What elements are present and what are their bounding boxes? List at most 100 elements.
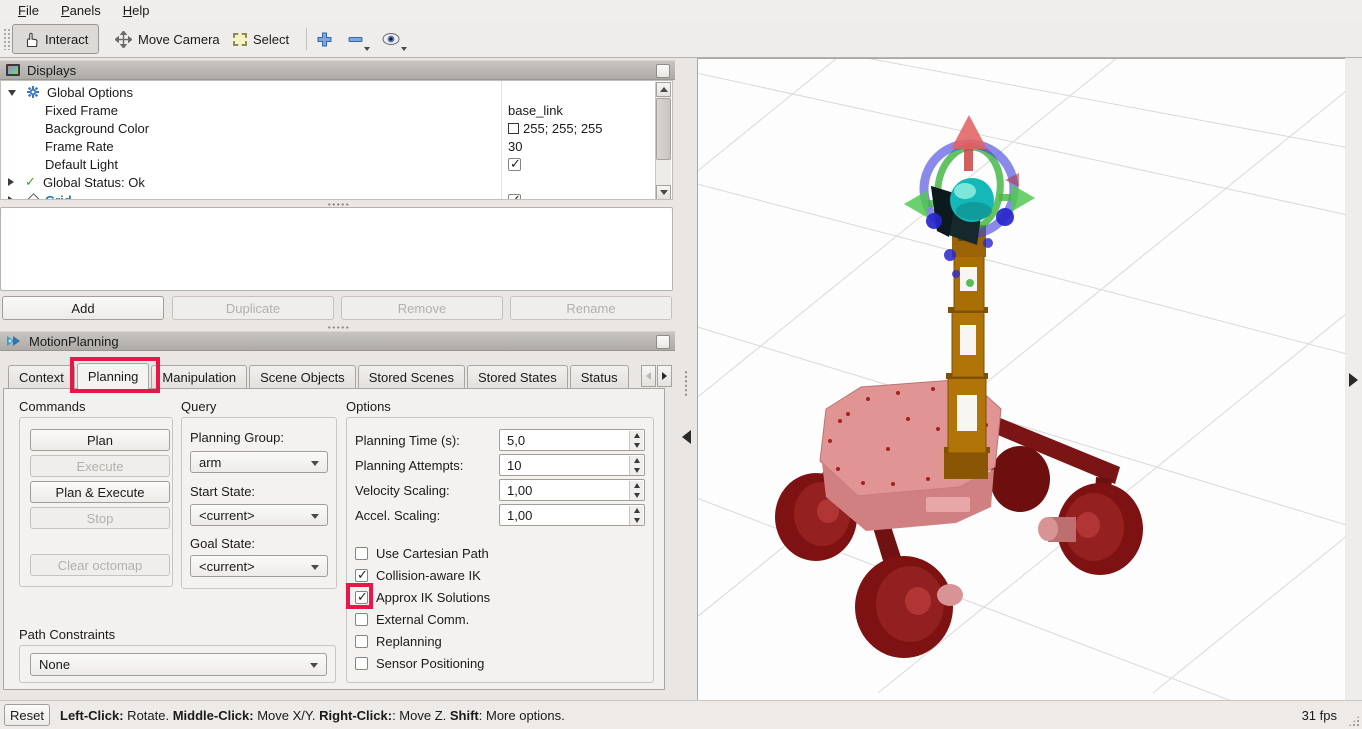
goal-state-combo[interactable]: <current>: [190, 555, 328, 577]
motionplanning-panel-header: MotionPlanning: [0, 331, 675, 351]
displays-panel-dock-button[interactable]: [656, 64, 670, 78]
fixed-frame-value[interactable]: base_link: [508, 103, 563, 118]
monitor-icon: [6, 64, 20, 76]
collapse-left-icon[interactable]: [682, 430, 691, 444]
scroll-up-button[interactable]: [656, 82, 671, 97]
menu-help[interactable]: Help: [113, 2, 160, 19]
hand-icon: [23, 31, 39, 48]
tab-stored-states[interactable]: Stored States: [467, 365, 568, 389]
move-camera-tool-button[interactable]: Move Camera: [104, 24, 231, 54]
spinner-arrows[interactable]: [629, 481, 643, 500]
tree-label: Fixed Frame: [45, 103, 118, 118]
select-box-icon: [233, 33, 247, 46]
expand-right-icon[interactable]: [1349, 373, 1358, 387]
plan-button[interactable]: Plan: [30, 429, 170, 451]
expander-icon[interactable]: [8, 178, 14, 186]
panel-viewport-splitter[interactable]: [675, 58, 697, 700]
approx-ik-solutions-row: Approx IK Solutions: [355, 590, 490, 605]
displays-tree[interactable]: Global Options Fixed Frame base_link Bac…: [0, 80, 673, 200]
tab-scene-objects[interactable]: Scene Objects: [249, 365, 356, 389]
tree-scrollbar[interactable]: [655, 82, 671, 200]
remove-tool-button[interactable]: [341, 24, 370, 54]
check-icon: [25, 174, 36, 190]
commands-group: Plan Execute Plan & Execute Stop Clear o…: [19, 417, 173, 587]
grid-checkbox[interactable]: [508, 194, 521, 201]
tab-manipulation[interactable]: Manipulation: [151, 365, 247, 389]
planning-tab-highlight-annotation: [70, 357, 160, 393]
add-tool-button[interactable]: [310, 24, 339, 54]
accel-scaling-label: Accel. Scaling:: [355, 508, 440, 523]
tab-scroll-left-button: [641, 365, 656, 387]
planning-group-label: Planning Group:: [190, 430, 284, 445]
toolbar-separator: [306, 28, 307, 50]
path-constraints-combo[interactable]: None: [30, 653, 327, 676]
use-cartesian-path-checkbox[interactable]: [355, 547, 368, 560]
chevron-down-icon: [311, 514, 319, 519]
scrollbar-thumb[interactable]: [656, 98, 671, 160]
start-state-label: Start State:: [190, 484, 255, 499]
interactive-marker[interactable]: [904, 115, 1035, 261]
default-light-checkbox[interactable]: [508, 158, 521, 171]
spinner-arrows[interactable]: [629, 506, 643, 525]
execute-button: Execute: [30, 455, 170, 477]
scroll-down-button[interactable]: [656, 185, 671, 200]
replanning-checkbox[interactable]: [355, 635, 368, 648]
window-resize-grip[interactable]: [1348, 715, 1360, 727]
tree-row-default-light[interactable]: Default Light: [1, 155, 654, 173]
visibility-tool-dropdown-arrow[interactable]: [401, 47, 407, 51]
goal-state-label: Goal State:: [190, 536, 255, 551]
3d-viewport[interactable]: [697, 58, 1345, 700]
reset-button[interactable]: Reset: [4, 704, 50, 726]
external-comm-checkbox[interactable]: [355, 613, 368, 626]
planning-group-combo[interactable]: arm: [190, 451, 328, 473]
start-state-combo[interactable]: <current>: [190, 504, 328, 526]
tab-status[interactable]: Status: [570, 365, 629, 389]
velocity-scaling-input[interactable]: 1,00: [499, 479, 645, 501]
tab-context[interactable]: Context: [8, 365, 75, 389]
tree-row-global-status[interactable]: Global Status: Ok: [1, 173, 654, 191]
add-display-button[interactable]: Add: [2, 296, 164, 320]
panel-splitter-handle[interactable]: [327, 325, 349, 330]
motionplanning-panel-title: MotionPlanning: [29, 334, 119, 349]
planning-time-input[interactable]: 5,0: [499, 429, 645, 451]
remove-tool-dropdown-arrow[interactable]: [364, 47, 370, 51]
planning-attempts-input[interactable]: 10: [499, 454, 645, 476]
expander-icon[interactable]: [8, 90, 16, 96]
expander-icon[interactable]: [8, 196, 14, 200]
tab-scroll-right-button[interactable]: [657, 365, 672, 387]
spinner-arrows[interactable]: [629, 456, 643, 475]
background-color-value[interactable]: 255; 255; 255: [508, 121, 603, 136]
tree-row-background-color[interactable]: Background Color 255; 255; 255: [1, 119, 654, 137]
chevron-down-icon: [311, 461, 319, 466]
right-dock-splitter[interactable]: [1345, 58, 1362, 700]
tree-row-global-options[interactable]: Global Options: [1, 83, 654, 101]
select-tool-button[interactable]: Select: [222, 24, 300, 54]
query-heading: Query: [181, 399, 216, 414]
collision-aware-ik-checkbox[interactable]: [355, 569, 368, 582]
toolbar-drag-handle[interactable]: [3, 28, 10, 50]
menu-file[interactable]: File: [8, 2, 49, 19]
motionplanning-panel-dock-button[interactable]: [656, 335, 670, 349]
frame-rate-value[interactable]: 30: [508, 139, 522, 154]
visibility-tool-button[interactable]: [375, 24, 407, 54]
spinner-arrows[interactable]: [629, 431, 643, 450]
tree-label: Global Options: [47, 85, 133, 100]
select-label: Select: [253, 32, 289, 47]
chevron-down-icon: [310, 663, 318, 668]
tab-stored-scenes[interactable]: Stored Scenes: [358, 365, 465, 389]
tree-row-grid[interactable]: Grid: [1, 191, 654, 200]
path-constraints-heading: Path Constraints: [19, 627, 115, 642]
gear-icon: [27, 86, 39, 98]
chevron-down-icon: [311, 565, 319, 570]
sensor-positioning-row: Sensor Positioning: [355, 656, 484, 671]
interact-tool-button[interactable]: Interact: [12, 24, 99, 54]
accel-scaling-input[interactable]: 1,00: [499, 504, 645, 526]
color-swatch: [508, 123, 519, 134]
fps-counter: 31 fps: [1302, 708, 1337, 723]
menu-panels[interactable]: Panels: [51, 2, 111, 19]
plan-and-execute-button[interactable]: Plan & Execute: [30, 481, 170, 503]
tree-row-frame-rate[interactable]: Frame Rate 30: [1, 137, 654, 155]
sensor-positioning-checkbox[interactable]: [355, 657, 368, 670]
visibility-icon: [382, 32, 400, 46]
tree-row-fixed-frame[interactable]: Fixed Frame base_link: [1, 101, 654, 119]
